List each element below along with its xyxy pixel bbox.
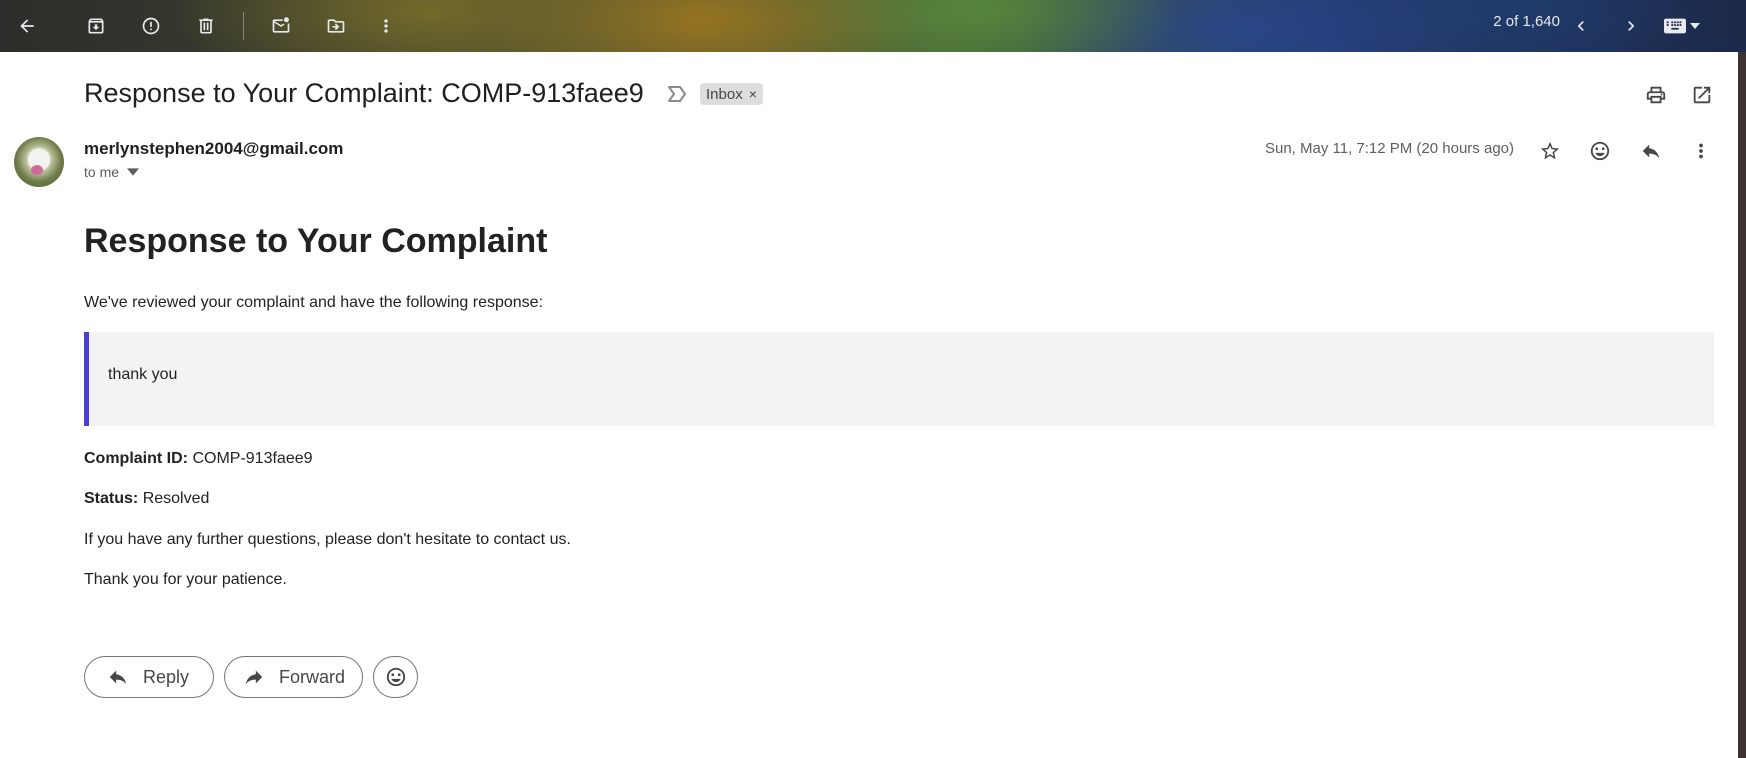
sender-avatar[interactable] (14, 137, 64, 187)
complaint-id-label: Complaint ID: (84, 450, 188, 467)
keyboard-icon (1664, 18, 1686, 34)
forward-button[interactable]: Forward (224, 656, 363, 698)
label-text: Inbox (706, 85, 743, 103)
open-in-new-icon (1693, 86, 1711, 104)
mark-unread-icon (272, 17, 290, 33)
email-date: Sun, May 11, 7:12 PM (20 hours ago) (1264, 140, 1514, 157)
reply-icon-button[interactable] (1636, 136, 1666, 166)
dropdown-arrow-icon (1690, 23, 1700, 29)
chevron-right-icon (1628, 21, 1635, 31)
email-subject: Response to Your Complaint: COMP-913faee… (84, 78, 644, 108)
forward-label: Forward (279, 666, 346, 687)
top-toolbar: 2 of 1,640 (0, 0, 1746, 52)
back-button[interactable] (9, 8, 45, 44)
complaint-id-line: Complaint ID: COMP-913faee9 (84, 450, 313, 468)
body-heading: Response to Your Complaint (84, 222, 548, 260)
quote-text: thank you (108, 366, 178, 383)
chevron-left-icon (1577, 21, 1584, 31)
arrow-left-icon (20, 19, 34, 33)
star-icon (1540, 141, 1560, 160)
message-more-button[interactable] (1686, 136, 1716, 166)
inbox-label-chip[interactable]: Inbox × (700, 83, 763, 105)
remove-label-button[interactable]: × (749, 86, 757, 102)
move-folder-icon (327, 19, 345, 33)
forward-icon (245, 670, 263, 685)
more-vert-icon (1699, 143, 1703, 159)
thanks-paragraph: Thank you for your patience. (84, 571, 287, 588)
older-button[interactable] (1613, 8, 1649, 44)
input-tools-button[interactable] (1664, 14, 1708, 38)
spam-icon (142, 17, 160, 35)
archive-button[interactable] (78, 8, 114, 44)
response-quote: thank you (84, 332, 1714, 426)
caret-down-icon (127, 168, 140, 176)
trash-icon (199, 18, 213, 34)
email-view: Response to Your Complaint: COMP-913faee… (0, 52, 1738, 758)
status-label: Status: (84, 490, 139, 507)
delete-button[interactable] (188, 8, 224, 44)
status-line: Status: Resolved (84, 490, 209, 508)
reply-label: Reply (143, 666, 190, 687)
more-vert-icon (384, 19, 388, 33)
reply-icon (1642, 144, 1660, 159)
move-to-button[interactable] (318, 8, 354, 44)
sender-email[interactable]: merlynstephen2004@gmail.com (84, 139, 343, 159)
pager-count: 2 of 1,640 (1493, 13, 1560, 30)
emoji-icon (386, 667, 405, 687)
scrollbar-track[interactable] (1738, 52, 1746, 758)
more-options-button[interactable] (368, 8, 404, 44)
add-reaction-button[interactable] (1585, 136, 1615, 166)
mark-unread-button[interactable] (263, 8, 299, 44)
recipient-text: to me (84, 164, 120, 180)
intro-paragraph: We've reviewed your complaint and have t… (84, 294, 544, 311)
reply-button[interactable]: Reply (84, 656, 214, 698)
emoji-icon (1590, 141, 1610, 161)
recipient-details[interactable]: to me (84, 164, 140, 180)
open-new-window-button[interactable] (1689, 82, 1715, 108)
further-questions-paragraph: If you have any further questions, pleas… (84, 531, 571, 548)
emoji-reaction-button[interactable] (373, 656, 418, 698)
complaint-id-value: COMP-913faee9 (192, 450, 313, 467)
star-button[interactable] (1535, 136, 1565, 166)
status-value: Resolved (142, 490, 210, 507)
importance-marker-icon[interactable] (666, 84, 688, 104)
newer-button[interactable] (1563, 8, 1599, 44)
archive-icon (88, 18, 104, 34)
print-button[interactable] (1643, 82, 1669, 108)
print-icon (1646, 86, 1666, 104)
reply-icon (109, 670, 127, 685)
toolbar-divider (243, 12, 244, 40)
report-spam-button[interactable] (133, 8, 169, 44)
